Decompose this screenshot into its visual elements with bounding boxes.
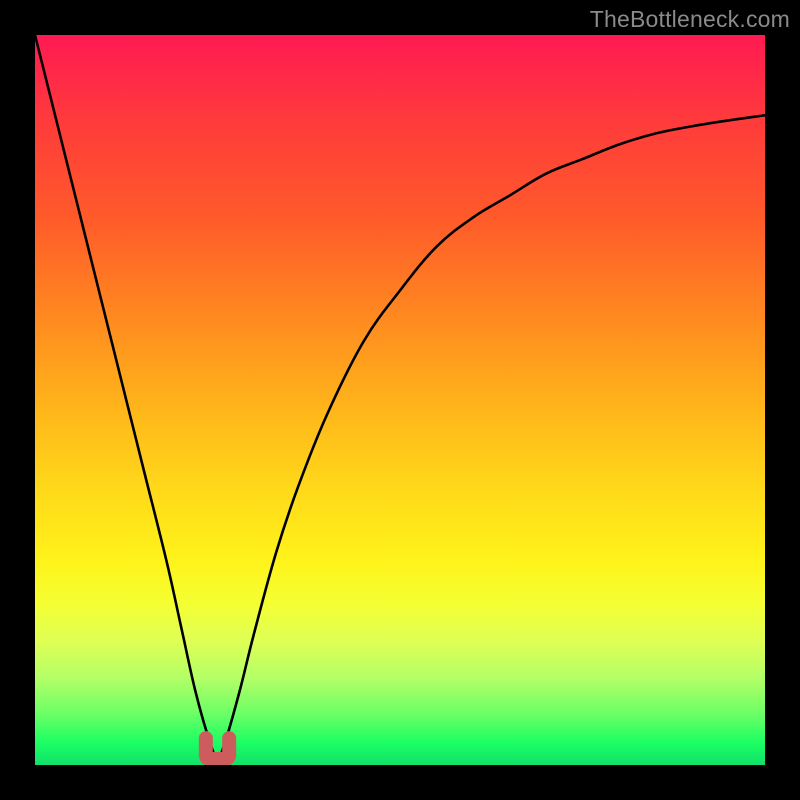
chart-stage: TheBottleneck.com — [0, 0, 800, 800]
plot-area — [35, 35, 765, 765]
chart-svg — [35, 35, 765, 765]
notch-marker — [206, 738, 229, 759]
watermark-text: TheBottleneck.com — [590, 6, 790, 33]
bottleneck-curve — [35, 35, 765, 758]
